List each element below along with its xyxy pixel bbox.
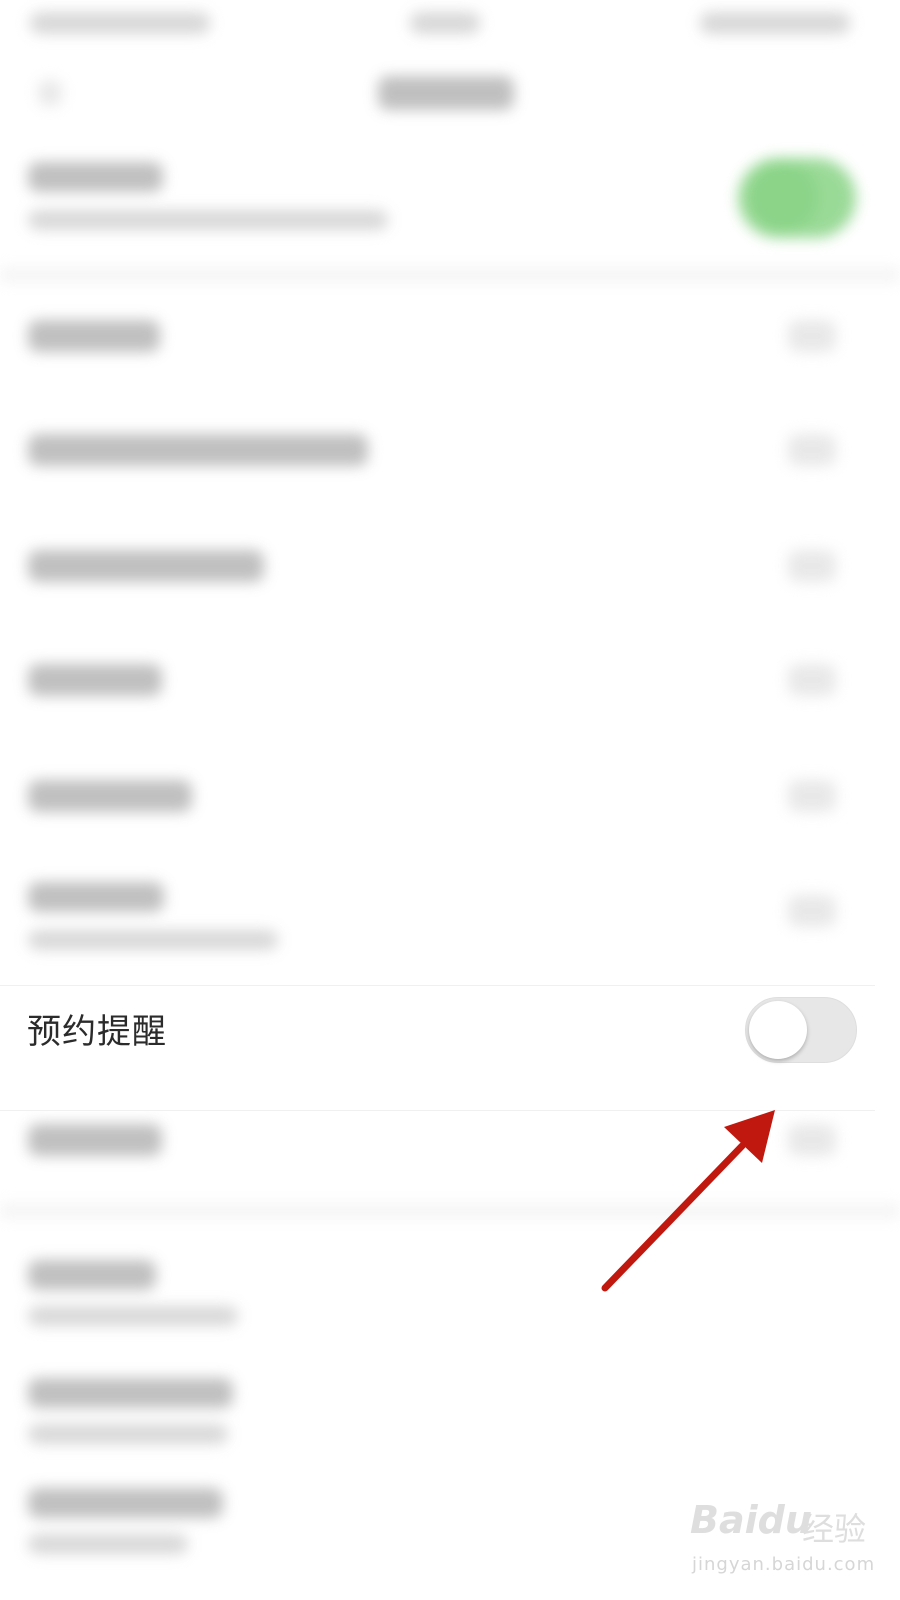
setting-item-11 <box>28 1378 233 1408</box>
setting-item-9-toggle[interactable] <box>788 1124 836 1156</box>
status-bar-right <box>700 12 850 34</box>
setting-item-10-desc <box>28 1306 238 1326</box>
setting-item-4-toggle[interactable] <box>788 550 836 582</box>
watermark-url: jingyan.baidu.com <box>692 1554 876 1575</box>
page-title <box>378 76 514 110</box>
setting-item-9 <box>28 1124 162 1156</box>
setting-item-2 <box>28 320 160 352</box>
settings-screen: 预约提醒 Baidu 经验 jingyan.baidu.com <box>0 0 900 1600</box>
section-divider-2 <box>0 1204 900 1218</box>
reservation-reminder-row[interactable]: 预约提醒 <box>0 985 875 1111</box>
reservation-reminder-toggle[interactable] <box>745 997 857 1063</box>
setting-item-7-desc <box>28 930 278 950</box>
setting-item-12-desc <box>28 1534 188 1554</box>
watermark-logo: Baidu <box>690 1498 812 1542</box>
back-icon[interactable] <box>38 80 62 106</box>
setting-item-1-desc <box>28 210 388 230</box>
setting-item-1-toggle-knob <box>748 162 818 232</box>
setting-item-2-toggle[interactable] <box>788 320 836 352</box>
setting-item-6 <box>28 780 192 812</box>
setting-item-10 <box>28 1260 156 1290</box>
setting-item-6-toggle[interactable] <box>788 780 836 812</box>
setting-item-5-toggle[interactable] <box>788 664 836 696</box>
setting-item-5 <box>28 664 162 696</box>
setting-item-1 <box>28 162 163 192</box>
setting-item-12 <box>28 1488 223 1518</box>
setting-item-4 <box>28 550 264 582</box>
setting-item-7 <box>28 882 164 912</box>
section-divider <box>0 268 900 282</box>
setting-item-7-toggle[interactable] <box>788 895 836 927</box>
status-bar-time <box>410 12 480 34</box>
toggle-knob <box>749 1001 807 1059</box>
baidu-jingyan-watermark: Baidu 经验 jingyan.baidu.com <box>690 1498 874 1588</box>
setting-item-3-toggle[interactable] <box>788 434 836 466</box>
blurred-background <box>0 0 900 1600</box>
reservation-reminder-label: 预约提醒 <box>27 1012 167 1052</box>
watermark-text: 经验 <box>802 1510 867 1548</box>
setting-item-11-desc <box>28 1424 228 1444</box>
setting-item-3 <box>28 434 368 466</box>
status-bar-left <box>30 12 210 34</box>
